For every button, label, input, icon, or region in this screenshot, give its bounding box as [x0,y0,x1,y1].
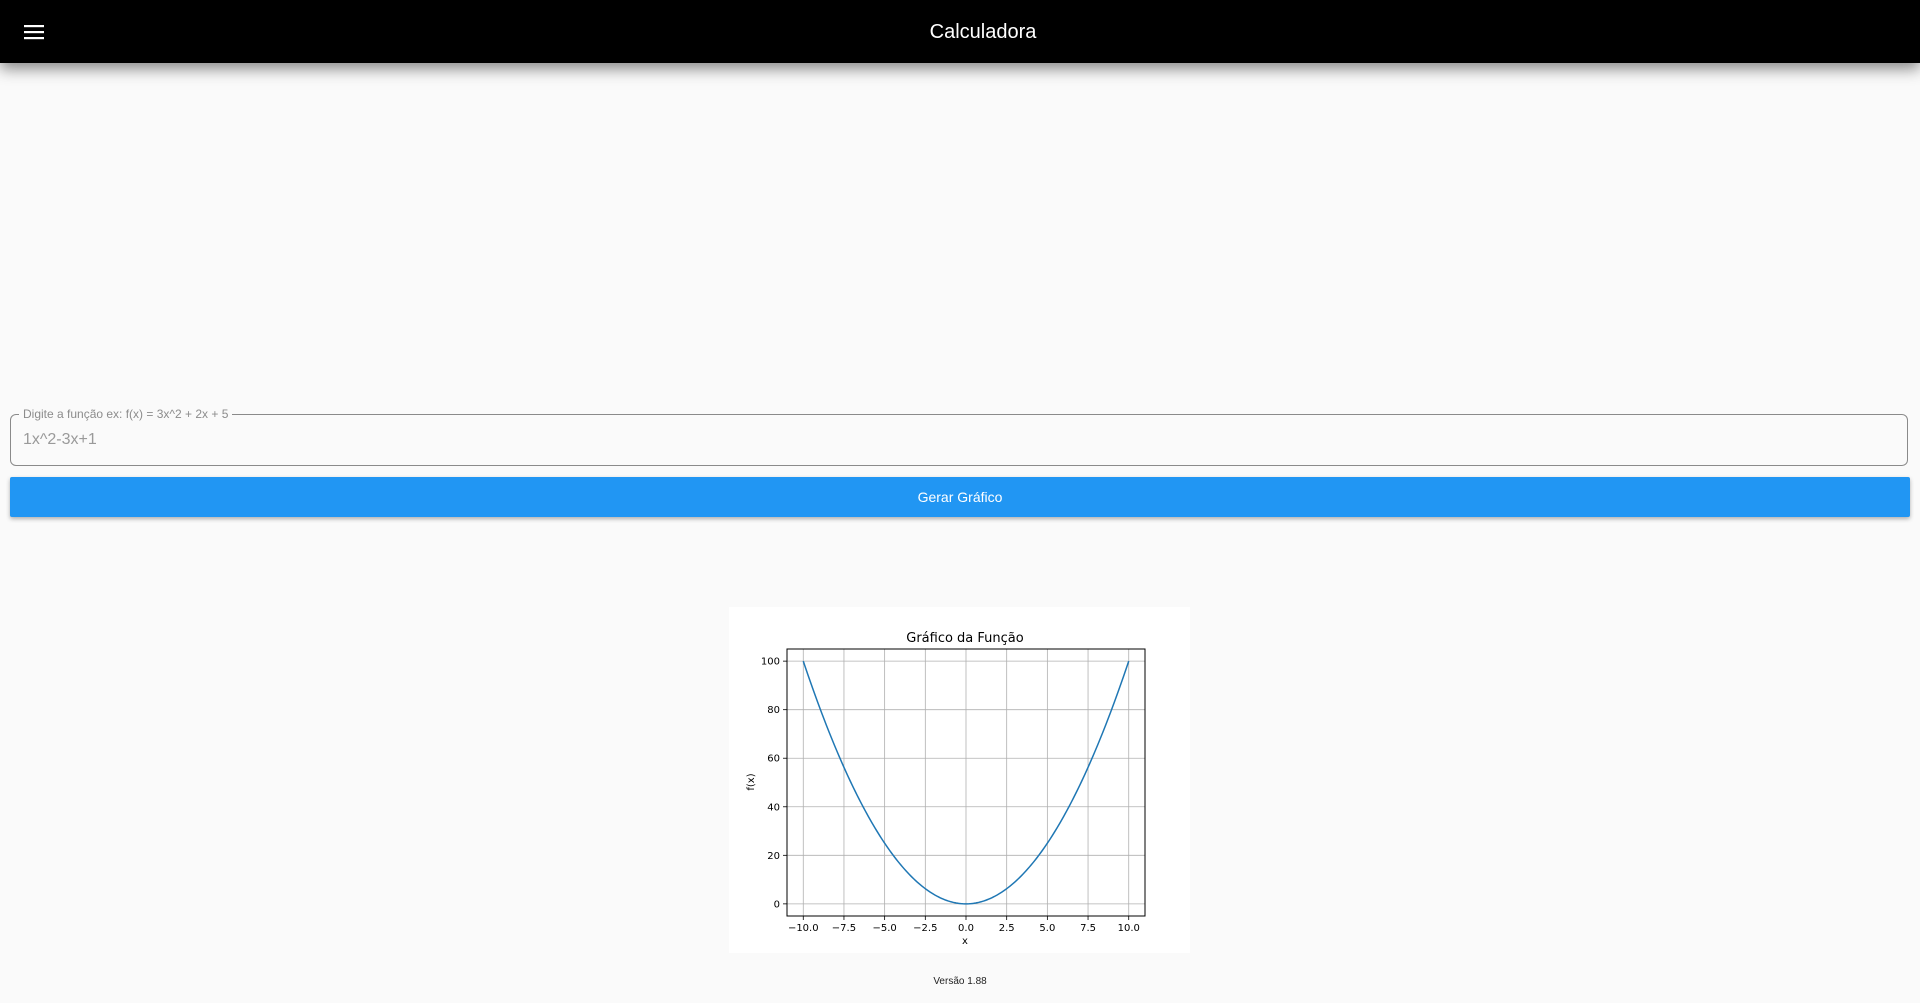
x-tick-label: 2.5 [999,923,1015,934]
chart-title: Gráfico da Função [906,631,1024,646]
x-tick-label: 0.0 [958,923,974,934]
x-tick-label: 5.0 [1039,923,1055,934]
menu-button[interactable] [16,14,52,50]
x-tick-label: −10.0 [788,923,819,934]
x-tick-label: 10.0 [1118,923,1140,934]
function-input[interactable] [23,429,1883,451]
function-field-label: Digite a função ex: f(x) = 3x^2 + 2x + 5 [19,407,233,421]
generate-chart-button[interactable]: Gerar Gráfico [10,477,1910,517]
app-title: Calculadora [929,21,1037,43]
function-chart: Gráfico da Função −10.0 −7.5 −5.0 −2.5 0.0 2.… [746,631,1146,947]
y-tick-label: 80 [767,705,780,716]
app-bar: Calculadora [0,0,1920,63]
function-field[interactable]: Digite a função ex: f(x) = 3x^2 + 2x + 5 [10,407,1908,466]
y-tick-label: 0 [774,899,780,910]
y-axis-label: f(x) [746,773,757,790]
menu-icon [24,25,44,40]
x-tick-label: −5.0 [872,923,896,934]
y-tick-label: 20 [767,851,780,862]
x-tick-label: −2.5 [913,923,937,934]
y-tick-label: 100 [761,657,780,668]
x-tick-label: 7.5 [1080,923,1096,934]
version-label: Versão 1.88 [933,976,987,987]
x-tick-label: −7.5 [832,923,856,934]
chart-image: Gráfico da Função −10.0 −7.5 −5.0 −2.5 0.0 2.… [729,607,1190,953]
y-tick-label: 60 [767,754,780,765]
y-tick-label: 40 [767,802,780,813]
x-axis-label: x [962,936,968,947]
